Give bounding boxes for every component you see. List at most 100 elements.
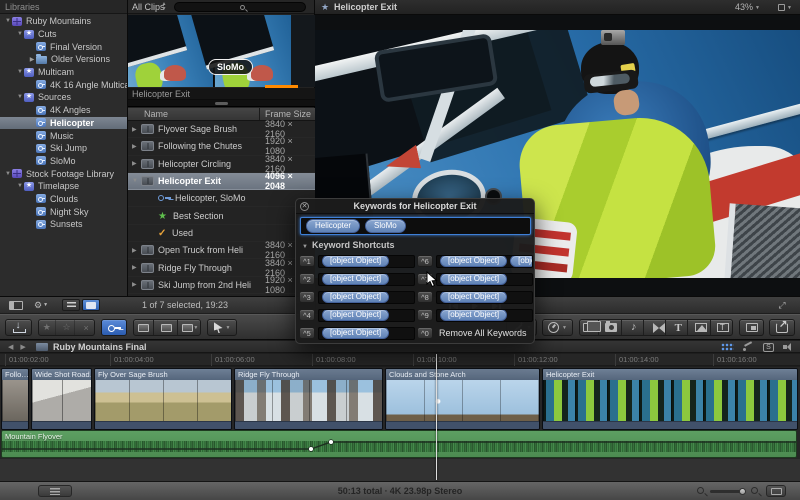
shortcut-keyword-field[interactable]: [object Object]: [436, 273, 533, 286]
filmstrip-scrollbar[interactable]: [128, 100, 315, 107]
shortcut-keyword-field[interactable]: [object Object]: [436, 309, 533, 322]
shortcut-key-badge[interactable]: ^4: [299, 309, 315, 321]
music-browser-button[interactable]: ♪: [625, 320, 644, 335]
disclosure-triangle-icon[interactable]: ▼: [16, 31, 24, 37]
timeline-clip[interactable]: Ridge Fly Through: [234, 368, 383, 430]
shortcut-key-badge[interactable]: ^6: [417, 255, 433, 267]
library-tree-item[interactable]: SloMo: [0, 155, 127, 168]
library-tree-item[interactable]: Final Version: [0, 40, 127, 53]
shortcut-keyword-field[interactable]: [object Object]: [318, 309, 415, 322]
shortcut-keyword-field[interactable]: [object Object][object Object]: [436, 255, 533, 268]
keyword-shortcuts-header[interactable]: ▼Keyword Shortcuts: [302, 240, 394, 250]
clip-list-row[interactable]: ▶ Ski Jump from 2nd Heli 1920 × 1080: [128, 277, 315, 294]
fullscreen-button[interactable]: ⤢: [774, 300, 790, 312]
timeline-back-button[interactable]: ◀: [8, 343, 13, 351]
timeline-ruler[interactable]: 01:00:02:00 01:00:04:00 01:00:06:00 01:0…: [0, 354, 800, 366]
shortcut-key-badge[interactable]: ^1: [299, 255, 315, 267]
unrate-button[interactable]: ☆: [59, 320, 76, 335]
shortcut-label[interactable]: Remove All Keywords: [439, 324, 527, 342]
disclosure-triangle-icon[interactable]: ▶: [128, 264, 141, 271]
clip-appearance-icon[interactable]: [721, 343, 734, 351]
audio-skimming-toggle-icon[interactable]: [783, 343, 794, 351]
shortcut-keyword-field[interactable]: [object Object]: [318, 255, 415, 268]
keyword-pill[interactable]: [object Object]: [440, 291, 507, 304]
disclosure-triangle-icon[interactable]: ▼: [4, 18, 12, 24]
zoom-in-icon[interactable]: [751, 487, 758, 494]
keyword-pill[interactable]: [object Object]: [322, 327, 389, 340]
snapping-toggle-icon[interactable]: S: [763, 343, 774, 352]
disclosure-triangle-icon[interactable]: ▼: [4, 171, 12, 177]
tool-select-popup[interactable]: ▼: [207, 319, 237, 336]
column-name[interactable]: Name: [144, 108, 168, 121]
library-tree-item[interactable]: ▼ Ruby Mountains: [0, 15, 127, 28]
timeline-clip[interactable]: Fly Over Sage Brush: [94, 368, 232, 430]
shortcut-key-badge[interactable]: ^0: [417, 327, 433, 339]
clip-appearance-button[interactable]: [766, 485, 786, 497]
keyword-pill[interactable]: [object Object]: [322, 273, 389, 286]
scrollbar-thumb[interactable]: [215, 102, 228, 105]
clip-filter-popup[interactable]: All Clips: [132, 0, 165, 14]
library-tree-item[interactable]: Helicopter: [0, 117, 127, 130]
zoom-out-icon[interactable]: [697, 487, 704, 494]
keyword-pill[interactable]: [object Object]: [510, 255, 533, 268]
disclosure-triangle-icon[interactable]: ▶: [128, 281, 141, 288]
library-tree-item[interactable]: ▼ Stock Footage Library: [0, 167, 127, 180]
audio-clip[interactable]: Mountain Flyover: [1, 430, 797, 458]
volume-keyframe-line[interactable]: [2, 431, 796, 457]
keyword-token[interactable]: SloMo: [365, 219, 406, 233]
keyword-pill[interactable]: [object Object]: [440, 255, 507, 268]
disclosure-triangle-icon[interactable]: ▼: [16, 69, 24, 75]
library-tree-item[interactable]: Clouds: [0, 193, 127, 206]
background-tasks-button[interactable]: [739, 319, 764, 336]
disclosure-triangle-icon[interactable]: ▶: [28, 56, 36, 63]
filmstrip-preview[interactable]: SloMo: [128, 15, 315, 87]
keyword-pill[interactable]: [object Object]: [440, 309, 507, 322]
disclosure-triangle-icon[interactable]: ▼: [16, 94, 24, 100]
shortcut-key-badge[interactable]: ^3: [299, 291, 315, 303]
library-tree-item[interactable]: Sunsets: [0, 218, 127, 231]
library-tree-item[interactable]: 4K 16 Angle Multicam: [0, 78, 127, 91]
shortcut-keyword-field[interactable]: [object Object]: [318, 291, 415, 304]
reject-button[interactable]: ×: [78, 320, 94, 335]
library-tree-item[interactable]: ▶ Older Versions: [0, 53, 127, 66]
import-media-button[interactable]: [5, 319, 32, 336]
library-tree-item[interactable]: ▼ Cuts: [0, 28, 127, 41]
disclosure-triangle-icon[interactable]: ▶: [128, 143, 141, 150]
favorite-button[interactable]: ★: [39, 320, 56, 335]
connect-edit-button[interactable]: [134, 320, 154, 335]
effects-browser-button[interactable]: [580, 320, 599, 335]
timeline-zoom-slider[interactable]: [710, 490, 744, 493]
search-input[interactable]: [174, 2, 306, 12]
share-button[interactable]: [769, 319, 795, 336]
timeline-clip[interactable]: Clouds and Stone Arch: [385, 368, 540, 430]
clip-list-row[interactable]: ▼ Helicopter Exit 4096 × 2048: [128, 173, 315, 190]
library-tree-item[interactable]: Music: [0, 129, 127, 142]
skimming-toggle-icon[interactable]: [743, 343, 754, 351]
generators-browser-button[interactable]: [691, 320, 710, 335]
disclosure-triangle-icon[interactable]: ▶: [128, 247, 141, 254]
zoom-slider-thumb[interactable]: [739, 488, 746, 495]
transitions-browser-button[interactable]: [647, 320, 666, 335]
keywords-token-field[interactable]: HelicopterSloMo: [300, 217, 531, 235]
shortcut-key-badge[interactable]: ^8: [417, 291, 433, 303]
viewer-display-options-popup[interactable]: ▼: [778, 0, 792, 16]
shortcut-key-badge[interactable]: ^5: [299, 327, 315, 339]
library-tree-item[interactable]: Ski Jump: [0, 142, 127, 155]
timeline-clip[interactable]: Helicopter Exit: [542, 368, 798, 430]
disclosure-triangle-icon[interactable]: ▼: [302, 244, 308, 250]
append-edit-button[interactable]: ▼: [181, 320, 200, 335]
disclosure-triangle-icon[interactable]: ▶: [128, 126, 141, 133]
titles-browser-button[interactable]: T: [669, 320, 688, 335]
disclosure-triangle-icon[interactable]: ▼: [16, 183, 24, 189]
playhead[interactable]: [436, 354, 437, 480]
shortcut-key-badge[interactable]: ^9: [417, 309, 433, 321]
keyword-pill[interactable]: [object Object]: [440, 273, 507, 286]
close-icon[interactable]: ✕: [300, 202, 309, 211]
keyword-pill[interactable]: [object Object]: [322, 309, 389, 322]
shortcut-keyword-field[interactable]: [object Object]: [318, 327, 415, 340]
timeline-clip[interactable]: Wide Shot Road…: [31, 368, 92, 430]
keyword-pill[interactable]: [object Object]: [322, 255, 389, 268]
shortcut-keyword-field[interactable]: [object Object]: [318, 273, 415, 286]
keyword-pill[interactable]: [object Object]: [322, 291, 389, 304]
themes-browser-button[interactable]: [714, 320, 732, 335]
